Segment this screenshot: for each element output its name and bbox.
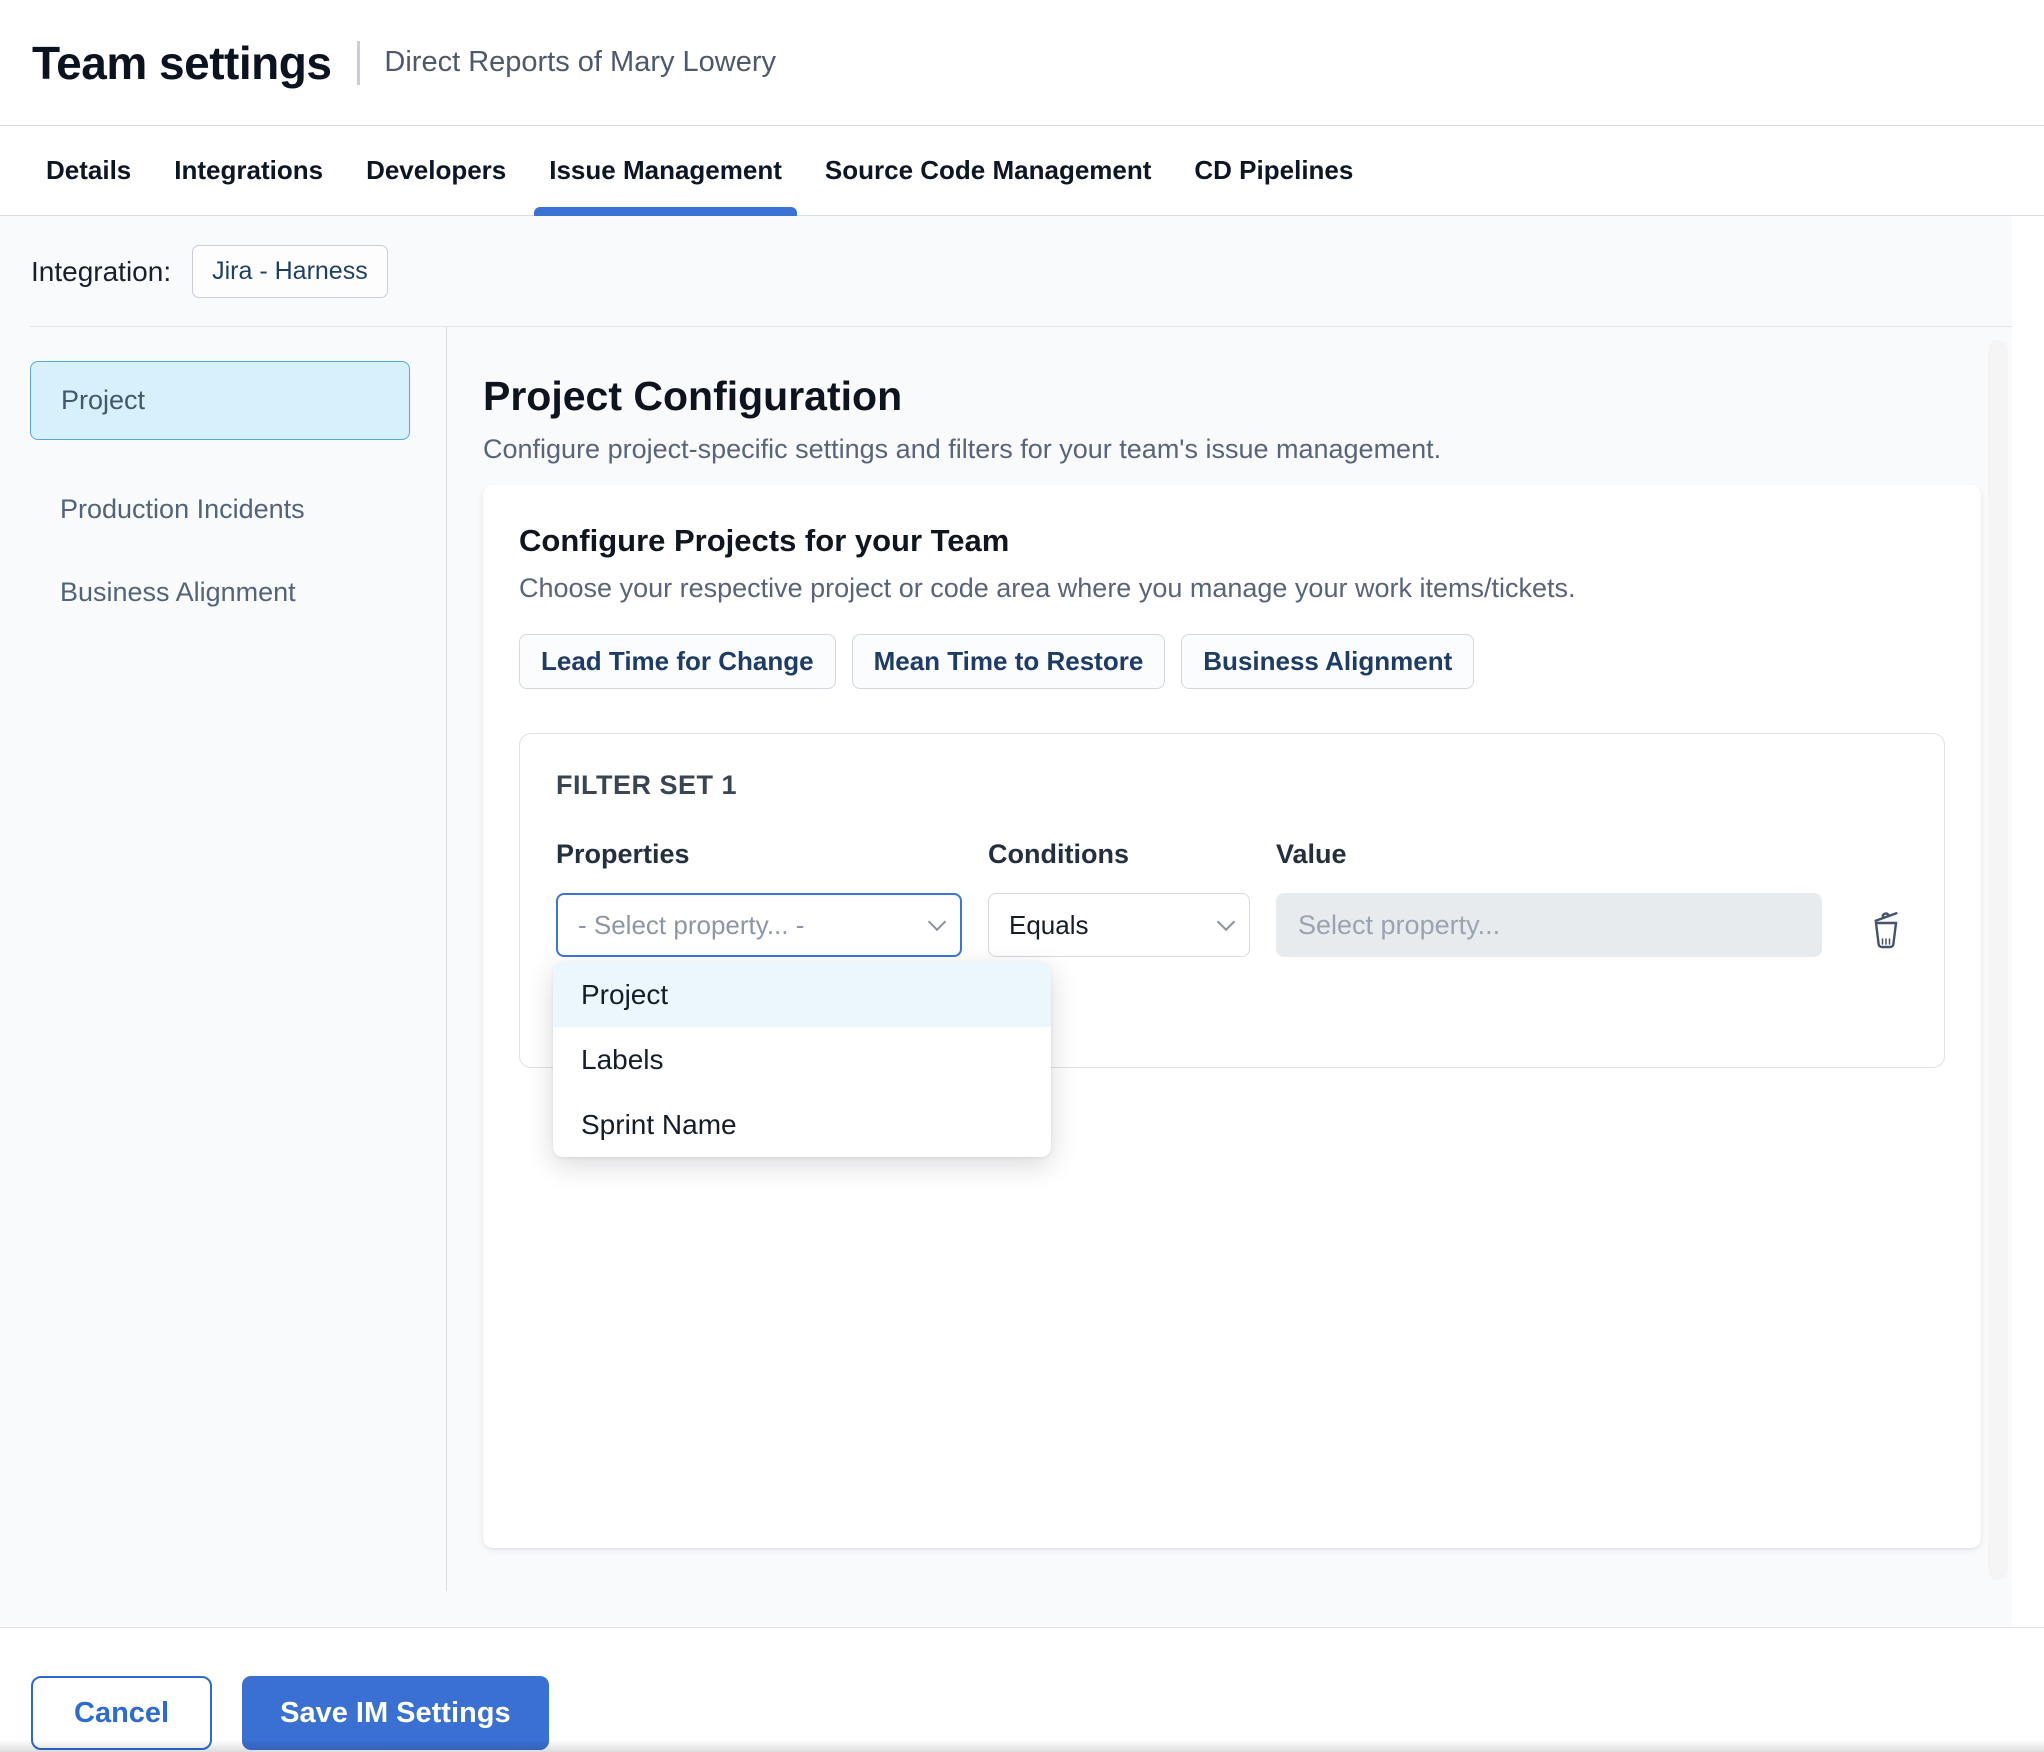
- metric-chip-row: Lead Time for Change Mean Time to Restor…: [519, 634, 1945, 689]
- filter-set-title: FILTER SET 1: [556, 770, 738, 800]
- sidebar-item-project[interactable]: Project: [30, 361, 410, 440]
- chevron-down-icon: [927, 912, 947, 931]
- filter-set-1: FILTER SET 1 Properties Conditions Value…: [519, 733, 1945, 1157]
- page-header: Team settings Direct Reports of Mary Low…: [0, 0, 2044, 126]
- section-description: Configure project-specific settings and …: [483, 434, 1442, 464]
- delete-filter-button[interactable]: [1864, 901, 1908, 957]
- condition-select[interactable]: Equals: [988, 893, 1250, 957]
- card-description: Choose your respective project or code a…: [519, 573, 1576, 603]
- column-label-value: Value: [1276, 839, 1347, 869]
- section-heading: Project Configuration: [483, 373, 903, 419]
- condition-select-value: Equals: [1009, 909, 1089, 940]
- property-select-placeholder: - Select property... -: [578, 909, 805, 940]
- project-configuration-section: Project Configuration Configure project-…: [447, 327, 2012, 1591]
- page-subtitle: Direct Reports of Mary Lowery: [384, 46, 777, 78]
- tab-cd-pipelines[interactable]: CD Pipelines: [1179, 126, 1368, 215]
- dropdown-option-project[interactable]: Project: [553, 962, 1051, 1027]
- tab-details[interactable]: Details: [31, 126, 146, 215]
- sidebar-item-production-incidents[interactable]: Production Incidents: [30, 468, 410, 551]
- vertical-scrollbar[interactable]: [1988, 340, 2008, 1580]
- cancel-button[interactable]: Cancel: [31, 1676, 213, 1750]
- footer-action-bar: Cancel Save IM Settings: [0, 1627, 2044, 1752]
- section-sidebar: Project Production Incidents Business Al…: [0, 327, 447, 1591]
- title-divider: [357, 40, 361, 85]
- dropdown-option-labels[interactable]: Labels: [553, 1027, 1051, 1092]
- value-input[interactable]: [1276, 893, 1822, 957]
- chip-business-alignment[interactable]: Business Alignment: [1181, 634, 1475, 689]
- configure-projects-card: Configure Projects for your Team Choose …: [483, 485, 1981, 1548]
- save-im-settings-button[interactable]: Save IM Settings: [242, 1676, 549, 1750]
- chevron-down-icon: [1216, 912, 1236, 931]
- tab-source-code-management[interactable]: Source Code Management: [810, 126, 1167, 215]
- chip-mean-time-to-restore[interactable]: Mean Time to Restore: [851, 634, 1166, 689]
- integration-label: Integration:: [31, 255, 172, 287]
- column-label-properties: Properties: [556, 839, 690, 869]
- integration-chip[interactable]: Jira - Harness: [192, 245, 388, 298]
- tab-content-panel: Integration: Jira - Harness Project Prod…: [0, 216, 2012, 1627]
- trash-icon: [1868, 911, 1904, 953]
- tab-developers[interactable]: Developers: [351, 126, 521, 215]
- page-title: Team settings: [32, 36, 332, 89]
- tab-integrations[interactable]: Integrations: [159, 126, 338, 215]
- tab-issue-management[interactable]: Issue Management: [534, 126, 797, 216]
- column-label-conditions: Conditions: [988, 839, 1129, 869]
- sidebar-item-business-alignment[interactable]: Business Alignment: [30, 551, 410, 634]
- property-dropdown-menu: Project Labels Sprint Name: [553, 962, 1051, 1157]
- settings-tabbar: Details Integrations Developers Issue Ma…: [0, 126, 2044, 216]
- card-title: Configure Projects for your Team: [519, 523, 1010, 558]
- dropdown-option-sprint-name[interactable]: Sprint Name: [553, 1092, 1051, 1157]
- integration-row: Integration: Jira - Harness: [0, 216, 2012, 327]
- property-select[interactable]: - Select property... -: [556, 893, 962, 957]
- chip-lead-time-for-change[interactable]: Lead Time for Change: [519, 634, 836, 689]
